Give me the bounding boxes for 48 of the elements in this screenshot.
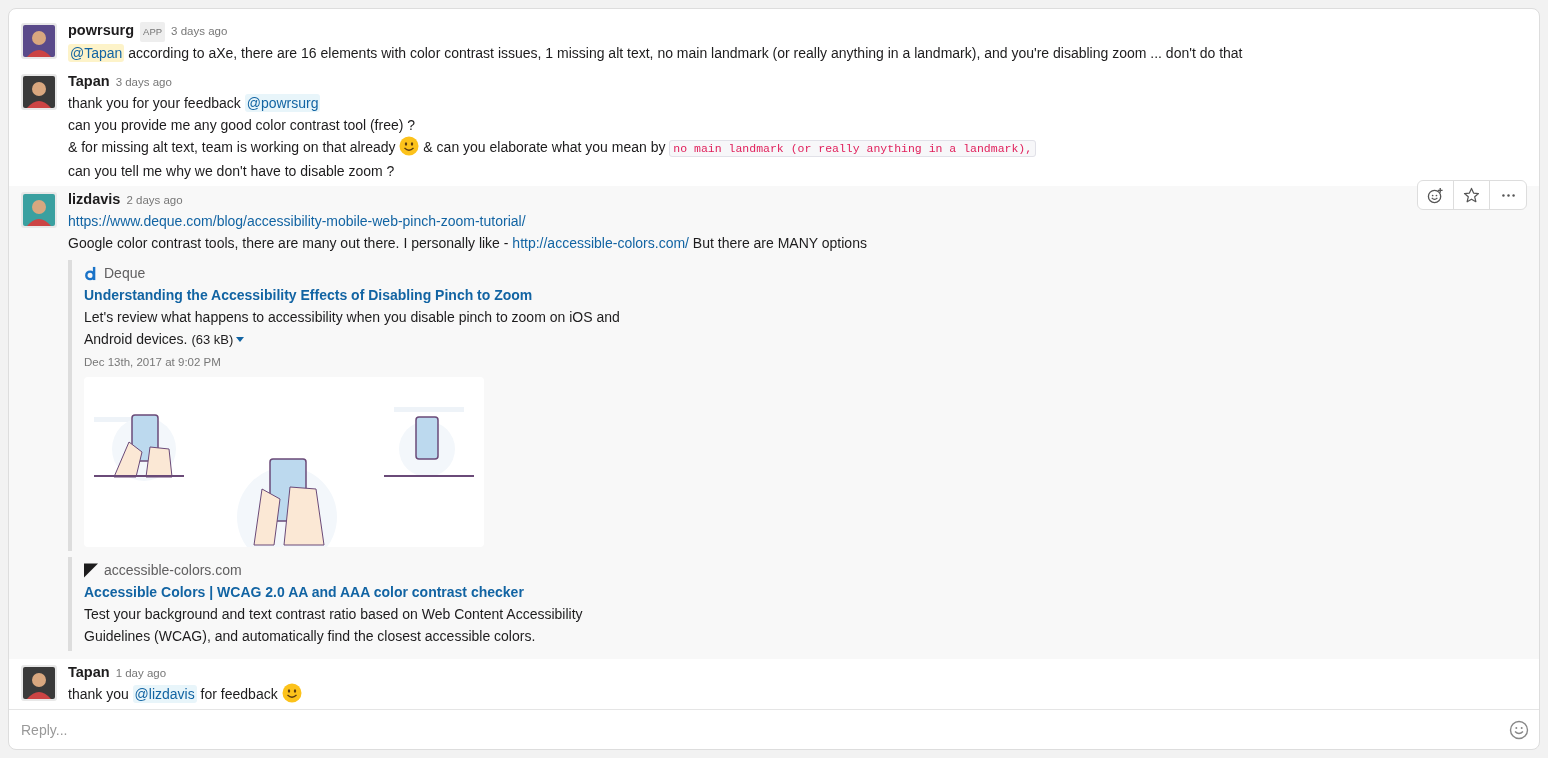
message-text: thank you bbox=[68, 686, 130, 702]
emoji-picker-icon[interactable] bbox=[1509, 720, 1529, 740]
reply-field[interactable]: Reply... bbox=[21, 715, 1509, 745]
user-mention[interactable]: @powrsurg bbox=[244, 94, 321, 112]
letter-d-icon bbox=[84, 265, 98, 281]
user-mention[interactable]: @Tapan bbox=[68, 44, 125, 62]
avatar[interactable] bbox=[21, 23, 57, 59]
message-text: can you provide me any good color contrast tool (free) ? bbox=[68, 117, 416, 133]
add-reaction-icon bbox=[1427, 186, 1444, 204]
preview-description: Test your background and text contrast ratio based on Web Content Accessibility bbox=[84, 606, 583, 622]
timestamp[interactable]: 1 day ago bbox=[115, 663, 167, 683]
preview-title[interactable]: Accessible Colors | WCAG 2.0 AA and AAA color contrast checker bbox=[84, 581, 524, 603]
message-text: & can you elaborate what you mean by bbox=[422, 139, 667, 155]
message-text: But there are MANY options bbox=[691, 235, 867, 251]
more-icon bbox=[1501, 193, 1515, 197]
service-name: accessible-colors.com bbox=[104, 561, 242, 580]
star-icon bbox=[1463, 186, 1480, 204]
preview-date: Dec 13th, 2017 at 9:02 PM bbox=[84, 355, 222, 370]
service-name: Deque bbox=[104, 264, 146, 283]
triangle-icon bbox=[84, 562, 98, 578]
file-size: (63 kB) bbox=[191, 332, 234, 347]
author-name[interactable]: Tapan bbox=[68, 71, 110, 91]
preview-description: Android devices. bbox=[84, 331, 188, 347]
message-text: for feedback bbox=[199, 686, 279, 702]
avatar[interactable] bbox=[21, 665, 57, 701]
timestamp[interactable]: 3 days ago bbox=[171, 21, 228, 41]
timestamp[interactable]: 2 days ago bbox=[126, 190, 183, 210]
message-text: Google color contrast tools, there are many out there. I personally like - bbox=[68, 235, 510, 251]
message-link[interactable]: http://accessible-colors.com/ bbox=[512, 235, 689, 251]
author-name[interactable]: lizdavis bbox=[68, 189, 121, 209]
caret-icon[interactable] bbox=[236, 337, 245, 342]
message-text: thank you for your feedback bbox=[68, 95, 242, 111]
inline-code: no main landmark (or really anything in a landmark), bbox=[669, 140, 1037, 157]
app-badge: APP bbox=[140, 22, 166, 42]
message-text: & for missing alt text, team is working on that already bbox=[68, 139, 397, 155]
avatar[interactable] bbox=[21, 74, 57, 110]
timestamp[interactable]: 3 days ago bbox=[115, 72, 172, 92]
message-text: according to aXe, there are 16 elements with color contrast issues, 1 missing alt text, no main landmark (or really anything in a landmark), and you're disabling zoom ... don't do that bbox=[127, 45, 1243, 61]
message-text: can you tell me why we don't have to disable zoom ? bbox=[68, 163, 395, 179]
message-link[interactable]: https://www.deque.com/blog/accessibility-mobile-web-pinch-zoom-tutorial/ bbox=[68, 213, 526, 229]
author-name[interactable]: Tapan bbox=[68, 662, 110, 682]
smiley-emoji-icon bbox=[281, 683, 302, 703]
author-name[interactable]: powrsurg bbox=[68, 20, 135, 40]
user-mention[interactable]: @lizdavis bbox=[132, 685, 197, 703]
preview-description: Let's review what happens to accessibility when you disable pinch to zoom on iOS and bbox=[84, 309, 620, 325]
preview-title[interactable]: Understanding the Accessibility Effects of Disabling Pinch to Zoom bbox=[84, 284, 533, 306]
preview-description: Guidelines (WCAG), and automatically find the closest accessible colors. bbox=[84, 628, 536, 644]
smiley-emoji-icon bbox=[399, 136, 420, 156]
